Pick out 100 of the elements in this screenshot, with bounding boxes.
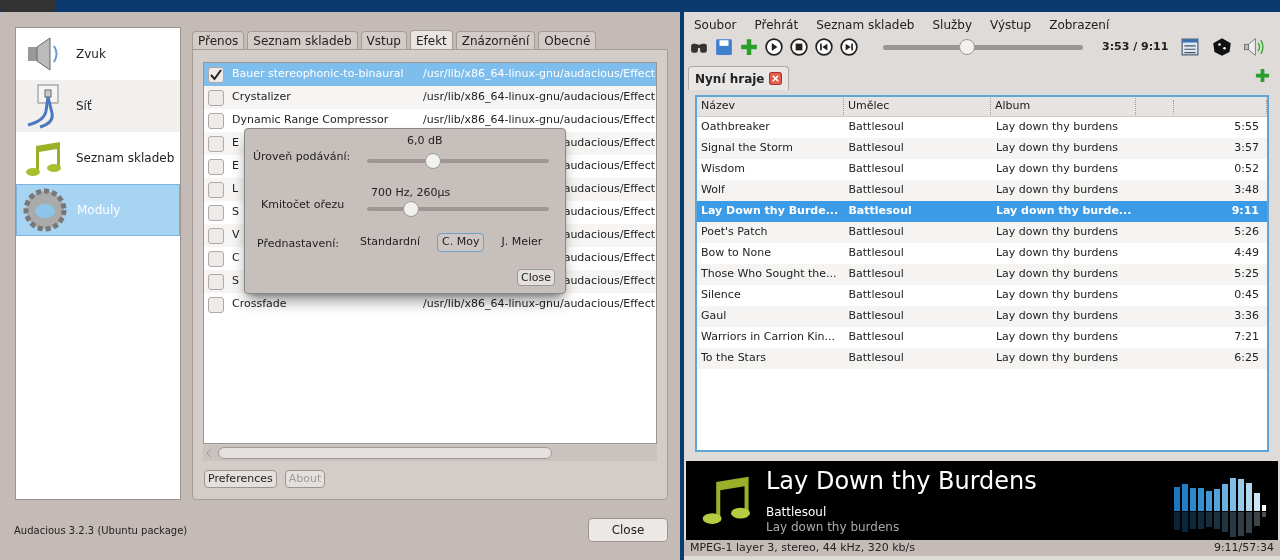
- table-cell-text: Battlesoul: [847, 161, 905, 178]
- tab[interactable]: Seznam skladeb: [247, 31, 358, 50]
- table-cell-text: 3:57: [1233, 140, 1260, 157]
- song-title: Lay Down thy Burdens: [766, 469, 1037, 493]
- tab[interactable]: Přenos: [192, 31, 245, 50]
- slider-label: Kmitočet ořezu: [261, 197, 345, 213]
- checkbox[interactable]: [208, 158, 224, 175]
- add-playlist-icon[interactable]: [1255, 68, 1270, 83]
- preferences-button[interactable]: Preferences: [204, 470, 277, 488]
- plus-icon[interactable]: [740, 38, 758, 56]
- close-button[interactable]: Close: [588, 518, 668, 542]
- preset-button[interactable]: C. Moy: [437, 233, 485, 252]
- scroll-left-icon[interactable]: [206, 448, 212, 458]
- menu-item[interactable]: Soubor: [694, 16, 737, 34]
- playlist-row[interactable]: Those Who Sought the... Battlesoul Lay down thy burdens 5:25: [697, 264, 1267, 285]
- playlist-row[interactable]: Poet's Patch Battlesoul Lay down thy burdens 5:26: [697, 222, 1267, 243]
- list-row[interactable]: Crystalizer /usr/lib/x86_64-linux-gnu/audacious/Effect: [204, 86, 656, 109]
- stop-icon[interactable]: [790, 38, 808, 56]
- artist-name: Battlesoul: [766, 504, 827, 521]
- table-cell-text: Signal the Storm: [700, 140, 794, 157]
- table-cell-text: Battlesoul: [847, 350, 905, 367]
- playlist-tab[interactable]: Nyní hraje: [688, 66, 789, 90]
- table-cell-text: Battlesoul: [847, 266, 905, 283]
- plugin-name: S: [232, 204, 239, 221]
- plugin-path: /usr/lib/x86_64-linux-gnu/audacious/Effect: [423, 89, 655, 106]
- plugin-path: /usr/lib/x86_64-linux-gnu/audacious/Effect: [423, 112, 655, 129]
- checkbox[interactable]: [208, 66, 224, 83]
- plugin-name: Crossfade: [232, 296, 287, 313]
- column-header[interactable]: Název: [697, 98, 844, 115]
- playlist-row[interactable]: Signal the Storm Battlesoul Lay down thy burdens 3:57: [697, 138, 1267, 159]
- table-cell-text: Wisdom: [700, 161, 746, 178]
- previous-icon[interactable]: [815, 38, 833, 56]
- table-cell-text: Lay down thy burdens: [994, 224, 1120, 241]
- table-cell-text: Lay down thy burdens: [994, 140, 1120, 157]
- gear-icon: [22, 187, 68, 233]
- table-cell-text: Battlesoul: [847, 224, 905, 241]
- checkbox[interactable]: [208, 227, 224, 244]
- scroll-thumb[interactable]: [218, 447, 552, 459]
- menu-item[interactable]: Seznam skladeb: [816, 16, 915, 34]
- slider-thumb[interactable]: [424, 153, 441, 169]
- table-cell-text: Lay down thy burdens: [994, 266, 1120, 283]
- playlist-row[interactable]: Wolf Battlesoul Lay down thy burdens 3:48: [697, 180, 1267, 201]
- slider-value: 700 Hz, 260µs: [371, 185, 451, 201]
- table-cell-text: 3:48: [1233, 182, 1260, 199]
- sidebar-item[interactable]: Síť: [16, 80, 180, 132]
- checkbox[interactable]: [208, 135, 224, 152]
- seek-thumb[interactable]: [959, 39, 975, 55]
- menu-item[interactable]: Výstup: [990, 16, 1032, 34]
- window-icon[interactable]: [1181, 38, 1200, 56]
- checkbox[interactable]: [208, 112, 224, 129]
- table-cell-text: Battlesoul: [847, 119, 905, 136]
- playlist-row[interactable]: To the Stars Battlesoul Lay down thy burdens 6:25: [697, 348, 1267, 369]
- tab[interactable]: Vstup: [360, 31, 407, 50]
- table-cell-text: Lay Down thy Burde...: [700, 203, 840, 220]
- slider-value: 6,0 dB: [407, 133, 443, 149]
- next-icon[interactable]: [840, 38, 858, 56]
- checkbox[interactable]: [208, 181, 224, 198]
- table-cell-text: 5:55: [1233, 119, 1260, 136]
- horizontal-scrollbar[interactable]: [203, 445, 657, 461]
- column-header[interactable]: Album: [990, 98, 1136, 115]
- table-cell-text: Lay down thy burdens: [994, 182, 1120, 199]
- volume-icon[interactable]: [1243, 36, 1266, 58]
- close-button[interactable]: Close: [517, 269, 555, 286]
- checkbox[interactable]: [208, 273, 224, 290]
- checkbox[interactable]: [208, 204, 224, 221]
- column-header[interactable]: Umělec: [843, 98, 991, 115]
- table-cell-text: Battlesoul: [847, 329, 905, 346]
- menu-item[interactable]: Přehrát: [754, 16, 799, 34]
- slider-thumb[interactable]: [402, 201, 419, 217]
- play-icon[interactable]: [765, 38, 783, 56]
- table-cell-text: Battlesoul: [847, 203, 913, 220]
- table-cell-text: Silence: [700, 287, 742, 304]
- table-cell-text: Battlesoul: [847, 308, 905, 325]
- plugin-name: Bauer stereophonic-to-binaural: [232, 66, 404, 83]
- plugin-path: audacious/Effect: [563, 250, 655, 267]
- menu-item[interactable]: Zobrazení: [1049, 16, 1110, 34]
- save-icon[interactable]: [715, 38, 733, 56]
- plugin-path: audacious/Effect: [563, 273, 655, 290]
- checkbox[interactable]: [208, 296, 224, 313]
- plugin-name: C: [232, 250, 240, 267]
- preset-button[interactable]: J. Meier: [496, 233, 548, 252]
- slider-label: Úroveň podávání:: [253, 149, 351, 165]
- playlist-row[interactable]: Gaul Battlesoul Lay down thy burdens 3:36: [697, 306, 1267, 327]
- menu-item[interactable]: Služby: [932, 16, 972, 34]
- plugin-path: audacious/Effect: [563, 158, 655, 175]
- table-cell-text: 7:21: [1233, 329, 1260, 346]
- tab[interactable]: Efekt: [409, 30, 453, 50]
- checkbox[interactable]: [208, 250, 224, 267]
- table-cell-text: Lay down thy burdens: [994, 350, 1120, 367]
- table-cell-text: Battlesoul: [847, 182, 905, 199]
- table-cell-text: 3:36: [1233, 308, 1260, 325]
- version-label: Audacious 3.2.3 (Ubuntu package): [14, 524, 188, 538]
- checkbox[interactable]: [208, 89, 224, 106]
- table-cell-text: 0:52: [1233, 161, 1260, 178]
- preset-button[interactable]: Standardní: [355, 233, 426, 252]
- plugin-path: audacious/Effect: [563, 227, 655, 244]
- seek-bar[interactable]: [883, 39, 1083, 55]
- dice-icon[interactable]: [1212, 37, 1233, 57]
- close-icon[interactable]: [768, 72, 782, 85]
- table-cell-text: 5:25: [1233, 266, 1260, 283]
